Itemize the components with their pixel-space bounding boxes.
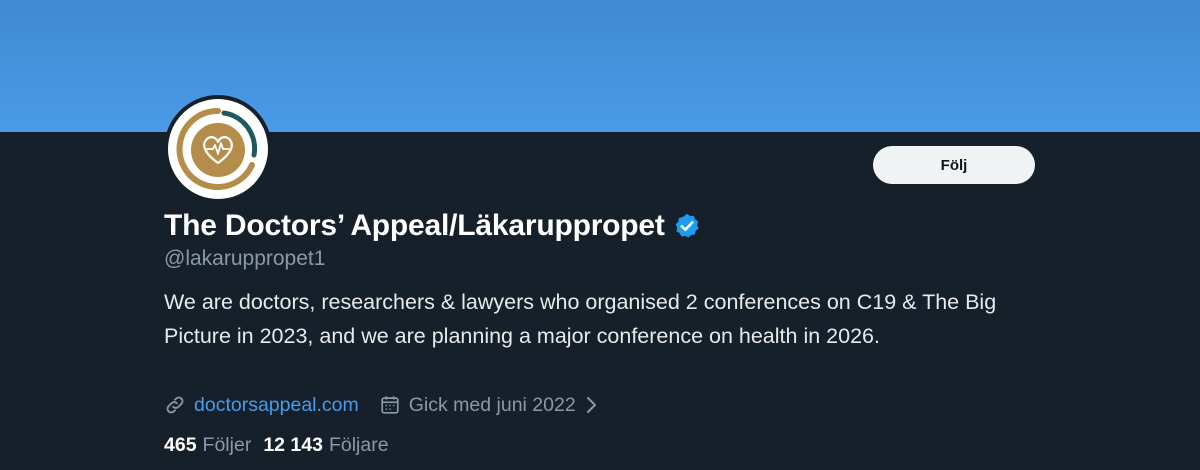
display-name: The Doctors’ Appeal/Läkaruppropet	[164, 209, 665, 242]
joined-date: Gick med juni 2022	[408, 393, 576, 416]
profile-name-row: The Doctors’ Appeal/Läkaruppropet	[164, 206, 701, 246]
following-label: Följer	[202, 433, 252, 456]
website-link[interactable]: doctorsappeal.com	[194, 394, 359, 417]
followers-stat[interactable]: 12 143 Följare	[263, 434, 388, 457]
profile-handle: @lakaruppropet1	[164, 247, 326, 270]
chevron-right-icon	[584, 395, 598, 415]
follow-button[interactable]: Följ	[873, 146, 1035, 184]
website-item[interactable]: doctorsappeal.com	[164, 394, 359, 417]
profile-meta-row: doctorsappeal.com Gick med juni 2022	[164, 391, 598, 419]
verified-badge-icon[interactable]	[673, 212, 701, 240]
following-count: 465	[164, 433, 197, 456]
followers-label: Följare	[328, 433, 389, 456]
followers-count: 12 143	[263, 433, 323, 456]
heart-pulse-logo-icon	[176, 107, 258, 190]
profile-stats: 465 Följer 12 143 Följare	[164, 431, 389, 459]
link-icon	[164, 394, 186, 416]
joined-item[interactable]: Gick med juni 2022	[379, 394, 598, 417]
profile-bio: We are doctors, researchers & lawyers wh…	[164, 290, 997, 348]
avatar[interactable]	[168, 99, 268, 199]
calendar-icon	[379, 394, 401, 416]
following-stat[interactable]: 465 Följer	[164, 434, 251, 457]
